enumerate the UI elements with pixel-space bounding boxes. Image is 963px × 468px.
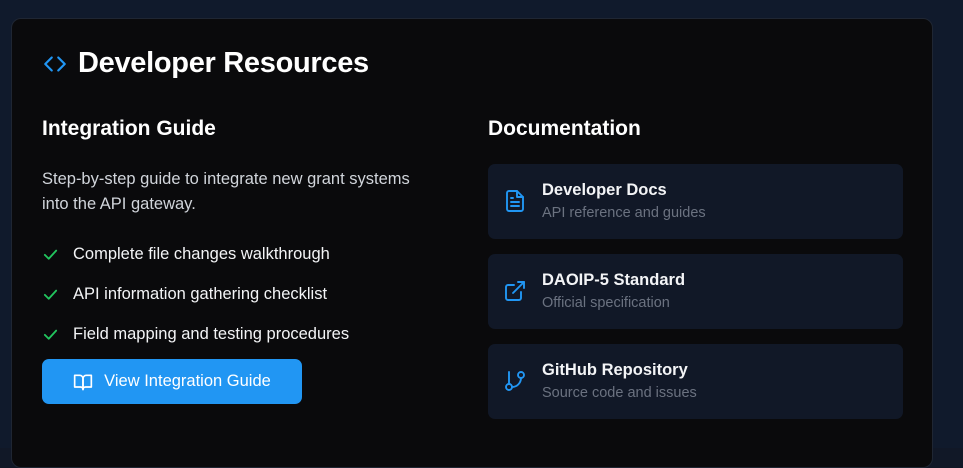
- check-icon: [42, 246, 59, 263]
- checklist-item-label: Field mapping and testing procedures: [73, 325, 349, 344]
- git-branch-icon: [503, 369, 527, 393]
- external-link-icon: [503, 279, 527, 303]
- check-icon: [42, 286, 59, 303]
- integration-guide-description: Step-by-step guide to integrate new gran…: [42, 167, 412, 217]
- code-brackets-icon: [42, 51, 68, 77]
- checklist-item: Complete file changes walkthrough: [42, 234, 349, 274]
- file-text-icon: [503, 189, 527, 213]
- check-icon: [42, 326, 59, 343]
- daoip5-standard-link[interactable]: DAOIP-5 Standard Official specification: [488, 254, 903, 329]
- card-subtitle: API reference and guides: [542, 205, 706, 221]
- integration-guide-heading: Integration Guide: [42, 117, 216, 141]
- card-subtitle: Official specification: [542, 295, 670, 311]
- book-open-icon: [73, 372, 93, 392]
- view-integration-guide-button[interactable]: View Integration Guide: [42, 359, 302, 404]
- checklist-item-label: API information gathering checklist: [73, 285, 327, 304]
- checklist-item-label: Complete file changes walkthrough: [73, 245, 330, 264]
- checklist-item: API information gathering checklist: [42, 274, 349, 314]
- documentation-heading: Documentation: [488, 117, 641, 141]
- developer-resources-panel: Developer Resources Integration Guide St…: [11, 18, 933, 468]
- panel-title: Developer Resources: [78, 47, 369, 80]
- card-subtitle: Source code and issues: [542, 385, 697, 401]
- card-title: Developer Docs: [542, 181, 667, 200]
- github-repository-link[interactable]: GitHub Repository Source code and issues: [488, 344, 903, 419]
- panel-header: Developer Resources: [42, 47, 369, 80]
- integration-checklist: Complete file changes walkthrough API in…: [42, 234, 349, 354]
- card-title: DAOIP-5 Standard: [542, 271, 685, 290]
- card-title: GitHub Repository: [542, 361, 688, 380]
- checklist-item: Field mapping and testing procedures: [42, 314, 349, 354]
- developer-docs-link[interactable]: Developer Docs API reference and guides: [488, 164, 903, 239]
- view-integration-guide-label: View Integration Guide: [104, 372, 271, 391]
